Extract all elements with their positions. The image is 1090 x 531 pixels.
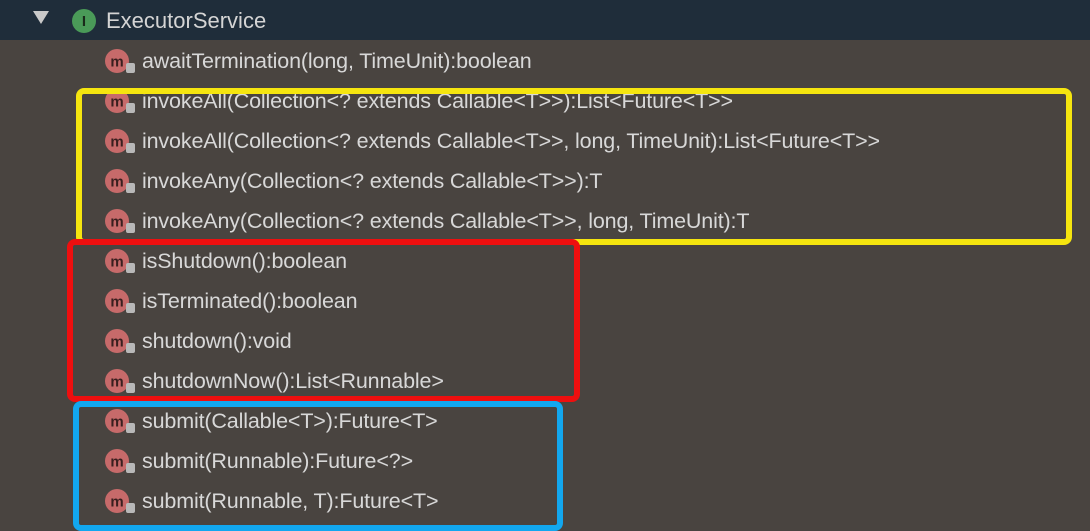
svg-text:m: m	[110, 174, 123, 191]
method-icon: m	[105, 369, 135, 393]
method-item[interactable]: m awaitTermination(long, TimeUnit):boolea…	[104, 41, 1084, 81]
method-signature: shutdown():void	[142, 329, 292, 353]
method-icon: m	[105, 329, 135, 353]
svg-text:I: I	[82, 13, 86, 30]
svg-text:m: m	[110, 54, 123, 71]
method-icon: m	[105, 409, 135, 433]
interface-icon: I	[72, 9, 96, 33]
method-item[interactable]: m shutdownNow():List<Runnable>	[104, 361, 1084, 401]
method-signature: invokeAny(Collection<? extends Callable<…	[142, 169, 603, 193]
method-item[interactable]: m isShutdown():boolean	[104, 241, 1084, 281]
method-icon: m	[105, 209, 135, 233]
method-icon: m	[105, 489, 135, 513]
svg-text:m: m	[110, 214, 123, 231]
method-item[interactable]: m submit(Callable<T>):Future<T>	[104, 401, 1084, 441]
svg-text:m: m	[110, 334, 123, 351]
method-signature: awaitTermination(long, TimeUnit):boolean	[142, 49, 532, 73]
expand-arrow-icon[interactable]	[33, 11, 49, 24]
method-signature: shutdownNow():List<Runnable>	[142, 369, 444, 393]
node-title: ExecutorService	[106, 8, 267, 33]
method-item[interactable]: m invokeAll(Collection<? extends Callable…	[104, 121, 1084, 161]
method-item[interactable]: m invokeAny(Collection<? extends Callable…	[104, 161, 1084, 201]
method-icon: m	[105, 449, 135, 473]
method-signature: isTerminated():boolean	[142, 289, 358, 313]
method-icon: m	[105, 169, 135, 193]
method-signature: submit(Runnable, T):Future<T>	[142, 489, 439, 513]
svg-text:m: m	[110, 374, 123, 391]
method-icon: m	[105, 129, 135, 153]
method-signature: invokeAny(Collection<? extends Callable<…	[142, 209, 750, 233]
method-signature: invokeAll(Collection<? extends Callable<…	[142, 89, 733, 113]
method-icon: m	[105, 49, 135, 73]
svg-text:m: m	[110, 494, 123, 511]
method-item[interactable]: m submit(Runnable, T):Future<T>	[104, 481, 1084, 521]
method-list: m awaitTermination(long, TimeUnit):boolea…	[104, 41, 1084, 521]
tree-node-executorservice[interactable]: I ExecutorService	[0, 0, 1090, 40]
svg-text:m: m	[110, 254, 123, 271]
method-icon: m	[105, 89, 135, 113]
method-signature: invokeAll(Collection<? extends Callable<…	[142, 129, 880, 153]
svg-text:m: m	[110, 134, 123, 151]
svg-text:m: m	[110, 454, 123, 471]
method-item[interactable]: m shutdown():void	[104, 321, 1084, 361]
method-signature: submit(Runnable):Future<?>	[142, 449, 413, 473]
svg-text:m: m	[110, 294, 123, 311]
method-item[interactable]: m isTerminated():boolean	[104, 281, 1084, 321]
method-icon: m	[105, 249, 135, 273]
method-icon: m	[105, 289, 135, 313]
method-item[interactable]: m invokeAny(Collection<? extends Callable…	[104, 201, 1084, 241]
method-signature: isShutdown():boolean	[142, 249, 347, 273]
method-item[interactable]: m invokeAll(Collection<? extends Callable…	[104, 81, 1084, 121]
method-item[interactable]: m submit(Runnable):Future<?>	[104, 441, 1084, 481]
svg-text:m: m	[110, 94, 123, 111]
method-signature: submit(Callable<T>):Future<T>	[142, 409, 438, 433]
svg-text:m: m	[110, 414, 123, 431]
